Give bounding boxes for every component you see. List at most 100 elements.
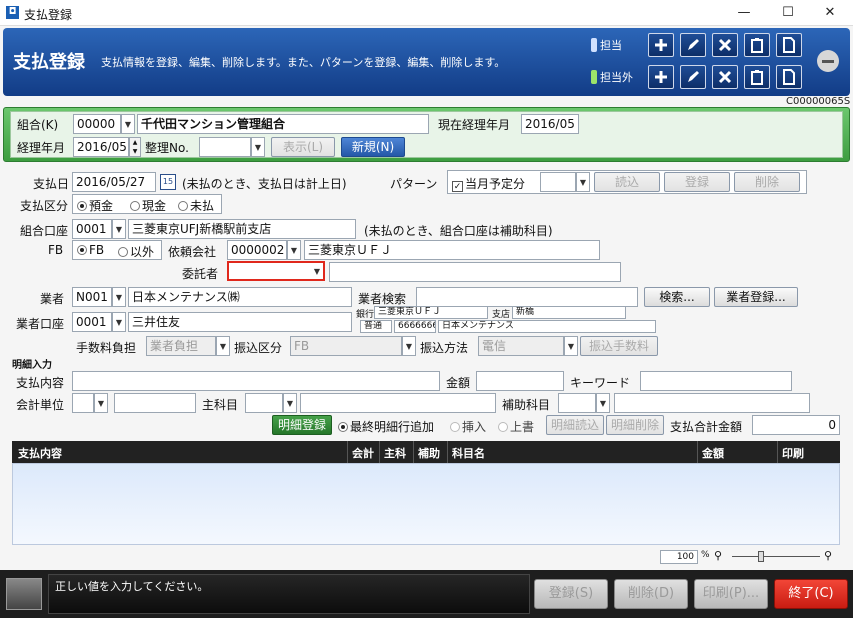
- print-button[interactable]: 印刷(P)...: [694, 579, 768, 609]
- transfer-method-select[interactable]: 電信: [478, 336, 564, 356]
- zoom-slider-track[interactable]: [732, 556, 820, 557]
- status-square-button[interactable]: [6, 578, 42, 610]
- add-out-button[interactable]: [648, 65, 674, 89]
- fee-select[interactable]: 業者負担: [146, 336, 216, 356]
- detail-delete-button[interactable]: 明細削除: [606, 415, 664, 435]
- vendor-register-button[interactable]: 業者登録...: [714, 287, 798, 307]
- consignor-field[interactable]: [227, 261, 313, 281]
- account-dropdown[interactable]: ▼: [112, 219, 126, 239]
- monthly-scheduled-label: 当月予定分: [465, 177, 526, 191]
- branch-name-field: 新橋: [512, 306, 626, 319]
- chevron-down-icon: ▼: [115, 224, 123, 234]
- association-dropdown[interactable]: ▼: [121, 114, 135, 134]
- client-dropdown[interactable]: ▼: [287, 240, 301, 260]
- seiri-dropdown[interactable]: ▼: [251, 137, 265, 157]
- detail-amount-input[interactable]: [476, 371, 564, 391]
- delete-button[interactable]: 削除(D): [614, 579, 688, 609]
- zoom-out-icon[interactable]: ⚲: [714, 549, 722, 562]
- insert-option-overwrite[interactable]: 上書: [498, 418, 534, 435]
- pattern-read-button[interactable]: 読込: [594, 172, 660, 192]
- transfer-fee-button[interactable]: 振込手数料: [580, 336, 658, 356]
- main-account-dropdown[interactable]: ▼: [283, 393, 297, 413]
- account-note: (未払のとき、組合口座は補助科目): [364, 224, 553, 238]
- keyword-input[interactable]: [640, 371, 792, 391]
- chevron-down-icon: ▼: [254, 142, 262, 152]
- insert-option-append[interactable]: 最終明細行追加: [338, 418, 434, 435]
- status-bar: 正しい値を入力してください。 登録(S) 削除(D) 印刷(P)... 終了(C…: [0, 570, 853, 618]
- column-header: 金額: [702, 447, 724, 460]
- window-titlebar: ◘ 支払登録 — ☐ ✕: [0, 0, 853, 26]
- accounting-unit-dropdown[interactable]: ▼: [94, 393, 108, 413]
- fb-option-fb[interactable]: FB: [77, 243, 104, 257]
- maximize-button[interactable]: ☐: [768, 2, 808, 24]
- clipboard-out-button[interactable]: [744, 65, 770, 89]
- payment-type-cash[interactable]: 現金: [130, 197, 166, 214]
- client-code-field[interactable]: 0000002: [227, 240, 287, 260]
- fee-dropdown[interactable]: ▼: [216, 336, 230, 356]
- collapse-button[interactable]: [817, 50, 839, 72]
- vendor-code-field[interactable]: N001: [72, 287, 112, 307]
- calendar-icon[interactable]: 15: [160, 174, 176, 190]
- delete-in-button[interactable]: [712, 33, 738, 57]
- zoom-slider-thumb[interactable]: [758, 551, 764, 562]
- sub-account-field[interactable]: [558, 393, 596, 413]
- pattern-dropdown[interactable]: ▼: [576, 172, 590, 192]
- payment-type-deposit[interactable]: 預金: [77, 197, 113, 214]
- vendor-account-dropdown[interactable]: ▼: [112, 312, 126, 332]
- chevron-down-icon: ▼: [97, 398, 105, 408]
- transfer-type-dropdown[interactable]: ▼: [402, 336, 416, 356]
- pattern-select[interactable]: [540, 172, 576, 192]
- vendor-dropdown[interactable]: ▼: [112, 287, 126, 307]
- payment-date-field[interactable]: 2016/05/27: [72, 172, 156, 192]
- exit-button[interactable]: 終了(C): [774, 579, 848, 609]
- seiri-field[interactable]: [199, 137, 251, 157]
- detail-read-button[interactable]: 明細読込: [546, 415, 604, 435]
- detail-grid-body[interactable]: [12, 463, 840, 545]
- plus-icon: [655, 39, 667, 51]
- radio-icon: [450, 422, 460, 432]
- vendor-search-input[interactable]: [416, 287, 638, 307]
- sub-account-dropdown[interactable]: ▼: [596, 393, 610, 413]
- zoom-input[interactable]: 100: [660, 550, 698, 564]
- vendor-search-button[interactable]: 検索...: [644, 287, 710, 307]
- main-account-field[interactable]: [245, 393, 283, 413]
- insert-option-overwrite-label: 上書: [510, 420, 535, 434]
- payment-type-unpaid[interactable]: 未払: [178, 197, 214, 214]
- sub-account-label: 補助科目: [502, 398, 551, 412]
- show-button[interactable]: 表示(L): [271, 137, 335, 157]
- minimize-button[interactable]: —: [724, 2, 764, 24]
- zoom-in-icon[interactable]: ⚲: [824, 549, 832, 562]
- monthly-scheduled-checkbox[interactable]: ✓ 当月予定分: [452, 175, 525, 192]
- main-account-label: 主科目: [202, 398, 239, 412]
- new-button[interactable]: 新規(N): [341, 137, 405, 157]
- close-button[interactable]: ✕: [810, 2, 850, 24]
- chevron-down-icon: ▼: [115, 317, 123, 327]
- role-out-label: 担当外: [591, 69, 633, 85]
- document-out-button[interactable]: [776, 65, 802, 89]
- clipboard-in-button[interactable]: [744, 33, 770, 57]
- delete-out-button[interactable]: [712, 65, 738, 89]
- pattern-register-button[interactable]: 登録: [664, 172, 730, 192]
- document-in-button[interactable]: [776, 33, 802, 57]
- pencil-icon: [688, 71, 699, 82]
- transfer-method-dropdown[interactable]: ▼: [564, 336, 578, 356]
- detail-register-button[interactable]: 明細登録: [272, 415, 332, 435]
- edit-in-button[interactable]: [680, 33, 706, 57]
- accounting-month-field[interactable]: 2016/05: [73, 137, 129, 157]
- add-in-button[interactable]: [648, 33, 674, 57]
- vendor-account-code-field[interactable]: 0001: [72, 312, 112, 332]
- register-button[interactable]: 登録(S): [534, 579, 608, 609]
- fb-option-other[interactable]: 以外: [118, 243, 154, 260]
- insert-option-insert[interactable]: 挿入: [450, 418, 486, 435]
- accounting-unit-field[interactable]: [72, 393, 94, 413]
- accounting-month-stepper[interactable]: ▲ ▼: [129, 137, 141, 157]
- pattern-delete-button[interactable]: 削除: [734, 172, 800, 192]
- consignor-dropdown[interactable]: ▼: [311, 261, 325, 281]
- radio-icon: [178, 201, 188, 211]
- association-code-field[interactable]: 00000: [73, 114, 121, 134]
- detail-content-input[interactable]: [72, 371, 440, 391]
- edit-out-button[interactable]: [680, 65, 706, 89]
- column-separator: [777, 441, 778, 463]
- account-code-field[interactable]: 0001: [72, 219, 112, 239]
- transfer-type-select[interactable]: FB: [290, 336, 402, 356]
